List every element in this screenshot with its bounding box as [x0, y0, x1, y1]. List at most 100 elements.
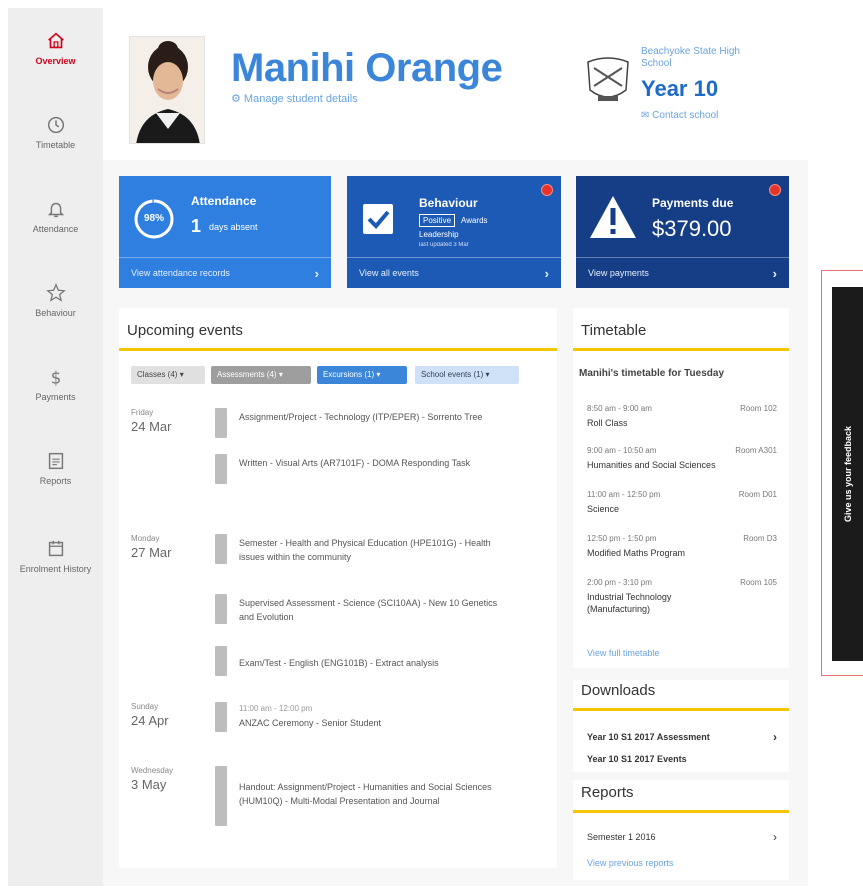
school-name: Beachyoke State High School — [641, 46, 740, 69]
filter-excursions[interactable]: Excursions (1) ▾ — [317, 366, 407, 384]
chevron-down-icon: ▾ — [179, 370, 184, 379]
timetable-panel: Timetable Manihi's timetable for Tuesday… — [573, 308, 789, 668]
event-weekday: Sunday — [131, 702, 159, 711]
sidebar-item-enrolment-history[interactable]: Enrolment History — [8, 538, 103, 575]
awards-label: Awards — [461, 216, 488, 225]
event-item[interactable]: 11:00 am - 12:00 pm ANZAC Ceremony - Sen… — [215, 702, 545, 738]
attendance-footer-link[interactable]: View attendance records › — [131, 266, 319, 281]
timetable-row: 11:00 am - 12:50 pm Room D01 Science — [587, 490, 777, 515]
sidebar-item-label: Timetable — [35, 140, 76, 150]
event-item[interactable]: Written - Visual Arts (AR7101F) - DOMA R… — [215, 454, 545, 494]
filter-label: School events (1) — [421, 370, 484, 379]
event-type-tag — [215, 766, 227, 826]
full-timetable-link[interactable]: View full timetable — [587, 648, 659, 658]
sidebar-item-overview[interactable]: Overview — [8, 30, 103, 67]
event-item[interactable]: Exam/Test - English (ENG101B) - Extract … — [215, 646, 545, 676]
timetable-time: 11:00 am - 12:50 pm — [587, 490, 661, 499]
mail-icon: ✉ — [641, 110, 653, 121]
behaviour-title: Behaviour — [419, 196, 478, 210]
sidebar-item-attendance[interactable]: Attendance — [8, 198, 103, 235]
chevron-right-icon: › — [544, 266, 549, 281]
previous-reports-link[interactable]: View previous reports — [587, 858, 767, 868]
payments-amount: $379.00 — [652, 216, 732, 241]
behaviour-card[interactable]: Behaviour Positive Awards Leadership las… — [347, 176, 561, 288]
event-weekday: Wednesday — [131, 766, 174, 775]
notification-badge — [769, 184, 781, 196]
timetable-row: 2:00 pm - 3:10 pm Room 105 Industrial Te… — [587, 578, 777, 615]
bell-icon — [47, 202, 64, 218]
report-item[interactable]: Semester 1 2016 › — [587, 830, 777, 844]
chevron-down-icon: ▾ — [376, 370, 381, 379]
filter-label: Assessments (4) — [217, 370, 277, 379]
chevron-down-icon: ▾ — [278, 370, 283, 379]
filter-school-events[interactable]: School events (1) ▾ — [415, 366, 519, 384]
behaviour-footer-link[interactable]: View all events › — [359, 266, 549, 281]
chevron-right-icon: › — [314, 266, 319, 281]
event-date: Wednesday 3 May — [131, 766, 211, 792]
attendance-title: Attendance — [191, 194, 257, 208]
upcoming-events-panel: Upcoming events Classes (4) ▾ Assessment… — [119, 308, 557, 868]
gear-icon: ⚙ — [231, 93, 244, 105]
timetable-room: Room 102 — [740, 404, 777, 413]
filter-classes[interactable]: Classes (4) ▾ — [131, 366, 205, 384]
sidebar-item-label: Behaviour — [35, 308, 76, 318]
timetable-room: Room D01 — [738, 490, 777, 499]
chevron-right-icon: › — [772, 266, 777, 281]
event-type-tag — [215, 646, 227, 676]
event-day-month: 24 Apr — [131, 713, 169, 728]
timetable-row: 12:50 pm - 1:50 pm Room D3 Modified Math… — [587, 534, 777, 559]
timetable-title: Timetable — [581, 322, 647, 339]
notification-badge — [541, 184, 553, 196]
payments-footer-link[interactable]: View payments › — [588, 266, 777, 281]
event-date: Friday 24 Mar — [131, 408, 211, 434]
download-item[interactable]: Year 10 S1 2017 Assessment › — [587, 730, 777, 744]
manage-student-label: Manage student details — [243, 93, 358, 105]
behaviour-updated: last updated 3 Mar — [419, 242, 469, 248]
payments-card[interactable]: Payments due $379.00 View payments › — [576, 176, 789, 288]
event-item[interactable]: Assignment/Project - Technology (ITP/EPE… — [215, 408, 545, 448]
event-weekday: Monday — [131, 534, 160, 543]
sidebar-item-timetable[interactable]: Timetable — [8, 114, 103, 151]
timetable-subject: Science — [587, 504, 620, 514]
attendance-card[interactable]: 98% Attendance 1 days absent View attend… — [119, 176, 331, 288]
home-icon — [47, 32, 64, 49]
filter-assessments[interactable]: Assessments (4) ▾ — [211, 366, 311, 384]
event-item[interactable]: Supervised Assessment - Science (SCI10AA… — [215, 594, 545, 634]
event-weekday: Friday — [131, 408, 154, 417]
timetable-room: Room A301 — [735, 446, 777, 455]
event-type-tag — [215, 534, 227, 564]
sidebar-item-payments[interactable]: $ Payments — [8, 366, 103, 403]
feedback-tab[interactable]: Give us your feedback — [832, 287, 863, 661]
timetable-room: Room D3 — [743, 534, 777, 543]
event-text: Semester - Health and Physical Education… — [239, 538, 491, 562]
timetable-time: 9:00 am - 10:50 am — [587, 446, 657, 455]
event-day-month: 27 Mar — [131, 545, 172, 560]
clock-icon — [47, 116, 64, 134]
sidebar-item-label: Attendance — [32, 224, 79, 234]
attendance-percent: 98% — [143, 213, 164, 224]
event-item[interactable]: Semester - Health and Physical Education… — [215, 534, 545, 574]
absent-label: days absent — [209, 222, 258, 232]
events-title: Upcoming events — [127, 322, 243, 339]
download-item[interactable]: Year 10 S1 2017 Events — [587, 754, 767, 764]
chevron-down-icon: ▾ — [485, 370, 490, 379]
manage-student-link[interactable]: ⚙ Manage student details — [231, 92, 358, 105]
event-text: ANZAC Ceremony - Senior Student — [239, 718, 382, 728]
attendance-footer-label: View attendance records — [131, 268, 230, 278]
filter-label: Classes (4) — [137, 370, 178, 379]
event-time: 11:00 am - 12:00 pm — [239, 704, 313, 713]
download-label: Year 10 S1 2017 Events — [587, 754, 687, 764]
sidebar-item-behaviour[interactable]: Behaviour — [8, 282, 103, 319]
contact-school-link[interactable]: ✉ Contact school — [641, 110, 718, 121]
feedback-frame: Give us your feedback — [821, 270, 863, 676]
event-type-tag — [215, 454, 227, 484]
sidebar-item-reports[interactable]: Reports — [8, 450, 103, 487]
event-date: Sunday 24 Apr — [131, 702, 211, 728]
event-day-month: 24 Mar — [131, 419, 172, 434]
event-type-tag — [215, 408, 227, 438]
sidebar-item-label: Overview — [35, 56, 76, 66]
event-item[interactable]: Handout: Assignment/Project - Humanities… — [215, 766, 545, 826]
event-text: Handout: Assignment/Project - Humanities… — [239, 782, 492, 806]
absent-count: 1 — [191, 216, 202, 236]
feedback-label: Give us your feedback — [843, 425, 853, 523]
